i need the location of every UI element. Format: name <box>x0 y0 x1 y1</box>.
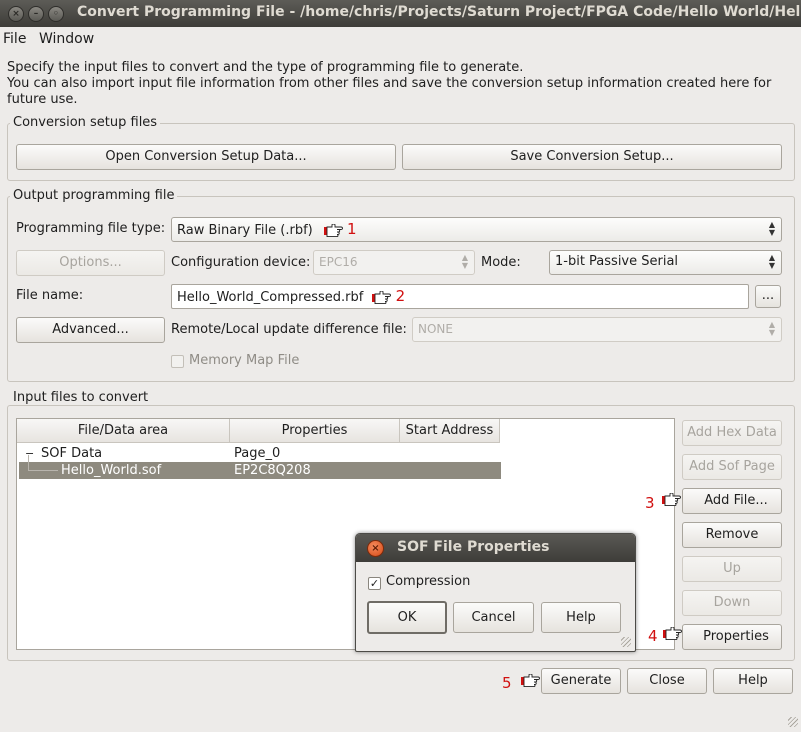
remove-button[interactable]: Remove <box>682 522 782 548</box>
file-name-label: File name: <box>16 288 84 303</box>
help-button[interactable]: Help <box>713 668 793 694</box>
options-button[interactable]: Options... <box>16 250 165 276</box>
up-down-arrow-icon: ▲ ▼ <box>461 253 469 270</box>
resize-grip-icon[interactable] <box>621 637 631 647</box>
properties-label: Properties <box>703 629 769 644</box>
advanced-button[interactable]: Advanced... <box>16 317 165 343</box>
tree-collapse-icon[interactable]: − <box>25 445 34 462</box>
pointing-hand-icon <box>520 674 540 687</box>
sof-properties-dialog[interactable]: × SOF File Properties ✓ Compression OK C… <box>355 533 636 652</box>
remote-update-select[interactable]: NONE ▲ ▼ <box>412 317 782 342</box>
file-name-value: Hello_World_Compressed.rbf <box>177 290 364 305</box>
config-device-select[interactable]: EPC16 ▲ ▼ <box>313 250 475 275</box>
close-window-icon[interactable]: × <box>8 6 24 22</box>
pointing-hand-icon <box>323 224 343 237</box>
config-device-label: Configuration device: <box>171 255 311 270</box>
memory-map-checkbox[interactable] <box>171 355 184 368</box>
compression-label: Compression <box>386 574 471 589</box>
intro-text: Specify the input files to convert and t… <box>7 60 797 108</box>
close-button[interactable]: Close <box>627 668 707 694</box>
remote-update-label: Remote/Local update difference file: <box>171 322 407 337</box>
dialog-close-icon[interactable]: × <box>367 540 384 557</box>
table-cell-properties: Page_0 <box>234 446 281 461</box>
generate-button[interactable]: Generate <box>541 668 621 694</box>
table-row-file-name: Hello_World.sof <box>61 463 162 478</box>
up-down-arrow-icon: ▲ ▼ <box>768 253 776 270</box>
annotation-3: 3 <box>645 494 655 512</box>
column-header-file[interactable]: File/Data area <box>17 419 230 443</box>
tree-line <box>28 455 29 470</box>
resize-grip-icon[interactable] <box>788 717 798 727</box>
annotation-1: 1 <box>347 220 357 238</box>
annotation-2: 2 <box>395 287 406 305</box>
file-type-label: Programming file type: <box>16 221 166 236</box>
dialog-title-bar[interactable]: × SOF File Properties <box>356 534 635 562</box>
file-type-value: Raw Binary File (.rbf) <box>177 223 313 238</box>
mode-value: 1-bit Passive Serial <box>555 254 679 269</box>
memory-map-label: Memory Map File <box>189 353 300 368</box>
add-file-label: Add File... <box>704 493 768 508</box>
ok-button[interactable]: OK <box>367 601 447 634</box>
minimize-window-icon[interactable]: – <box>28 6 44 22</box>
add-sof-page-button[interactable]: Add Sof Page <box>682 454 782 480</box>
table-cell-device: EP2C8Q208 <box>234 463 311 478</box>
config-device-value: EPC16 <box>319 255 358 269</box>
cancel-button[interactable]: Cancel <box>453 602 534 633</box>
mode-label: Mode: <box>481 255 521 270</box>
add-file-button[interactable]: Add File... <box>682 488 782 514</box>
browse-button[interactable]: ... <box>755 285 781 308</box>
menu-file[interactable]: File <box>3 31 26 47</box>
up-button[interactable]: Up <box>682 556 782 582</box>
file-name-input[interactable]: Hello_World_Compressed.rbf 2 <box>171 284 749 309</box>
annotation-5: 5 <box>502 674 512 692</box>
compression-checkbox[interactable]: ✓ <box>368 577 381 590</box>
table-row-sof-data[interactable]: SOF Data <box>41 445 102 462</box>
dialog-help-button[interactable]: Help <box>541 602 621 633</box>
intro-line-2: You can also import input file informati… <box>7 76 772 91</box>
input-group-title: Input files to convert <box>10 390 152 405</box>
add-hex-data-button[interactable]: Add Hex Data <box>682 420 782 446</box>
annotation-4: 4 <box>648 627 658 645</box>
menu-window[interactable]: Window <box>39 31 94 47</box>
down-button[interactable]: Down <box>682 590 782 616</box>
window-title: Convert Programming File - /home/chris/P… <box>77 4 801 20</box>
properties-button[interactable]: Properties <box>682 624 782 650</box>
column-header-start-address[interactable]: Start Address <box>400 419 500 443</box>
maximize-window-icon[interactable]: ◦ <box>48 6 64 22</box>
conversion-setup-title: Conversion setup files <box>10 115 161 130</box>
up-down-arrow-icon: ▲ ▼ <box>768 220 776 237</box>
tree-line <box>28 470 58 471</box>
output-group-title: Output programming file <box>10 188 178 203</box>
mode-select[interactable]: 1-bit Passive Serial ▲ ▼ <box>549 250 782 275</box>
column-header-properties[interactable]: Properties <box>230 419 400 443</box>
intro-line-3: future use. <box>7 92 78 107</box>
menu-bar: File Window <box>0 27 801 51</box>
open-setup-button[interactable]: Open Conversion Setup Data... <box>16 144 396 170</box>
title-bar[interactable]: × – ◦ Convert Programming File - /home/c… <box>0 0 801 27</box>
file-type-select[interactable]: Raw Binary File (.rbf) 1 ▲ ▼ <box>171 217 782 242</box>
table-row-selected[interactable]: Hello_World.sof EP2C8Q208 <box>19 462 501 479</box>
pointing-hand-icon <box>662 627 682 640</box>
save-setup-button[interactable]: Save Conversion Setup... <box>402 144 782 170</box>
dialog-title: SOF File Properties <box>397 539 550 555</box>
pointing-hand-icon <box>661 493 681 506</box>
pointing-hand-icon <box>371 291 391 304</box>
up-down-arrow-icon: ▲ ▼ <box>768 320 776 337</box>
intro-line-1: Specify the input files to convert and t… <box>7 60 524 75</box>
remote-update-value: NONE <box>418 322 453 336</box>
